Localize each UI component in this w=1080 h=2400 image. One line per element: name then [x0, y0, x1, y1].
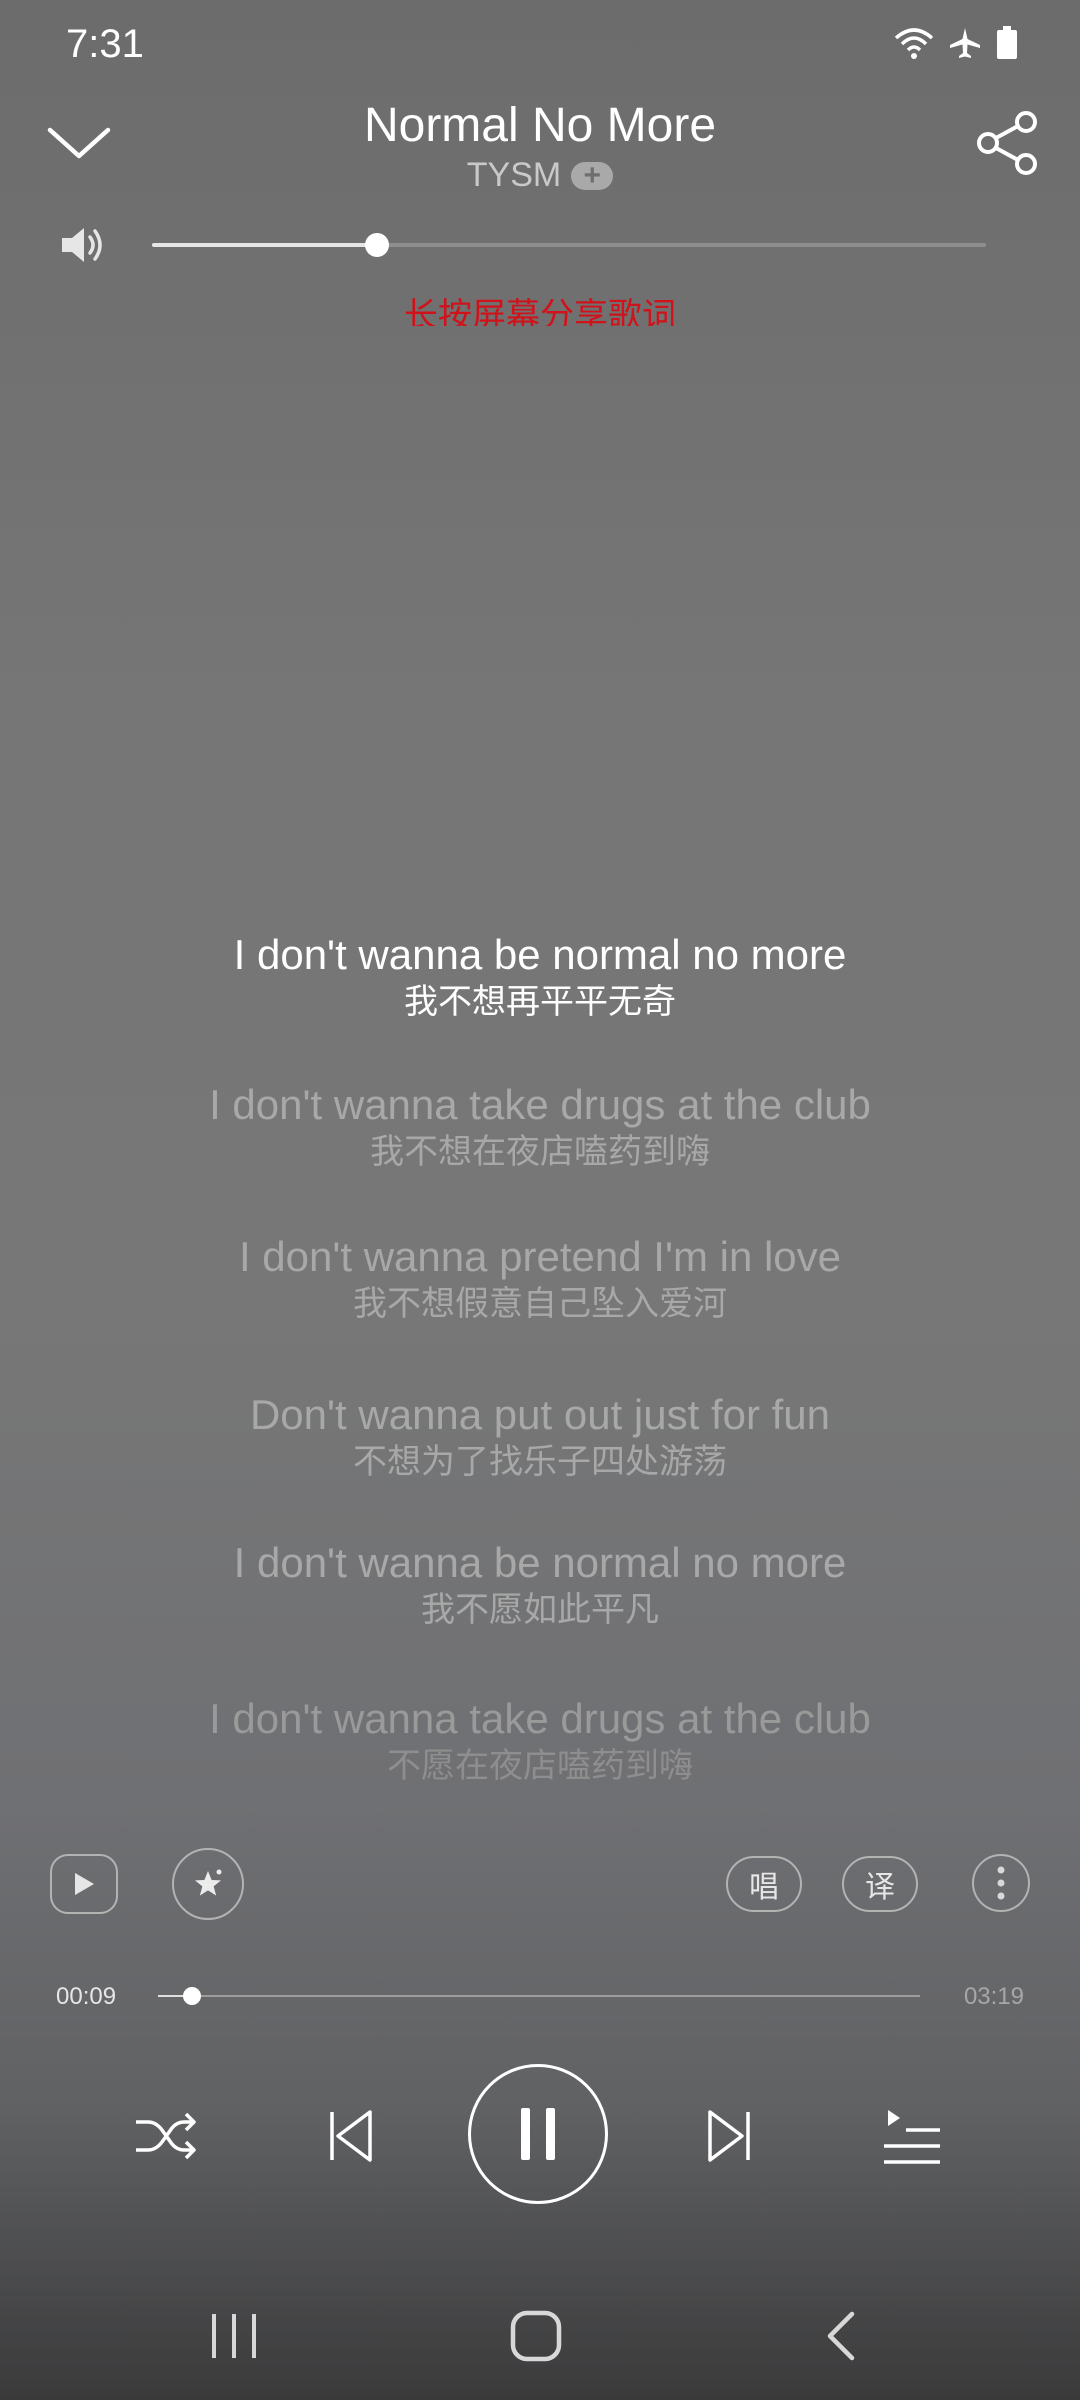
lyric-translation: 我不愿如此平凡: [421, 1591, 659, 1629]
artist-name[interactable]: TYSM: [467, 156, 561, 195]
lyric-translation: 我不想假意自己坠入爱河: [353, 1285, 727, 1323]
home-button[interactable]: [506, 2306, 566, 2366]
progress-thumb[interactable]: [183, 1987, 202, 2005]
lyric-original: Don't wanna put out just for fun: [249, 1391, 831, 1438]
lyric-original: I don't wanna pretend I'm in love: [238, 1233, 842, 1280]
translate-button[interactable]: 译: [842, 1856, 918, 1912]
follow-artist-button[interactable]: +: [571, 160, 614, 190]
sing-button[interactable]: 唱: [726, 1856, 802, 1912]
sound-effect-button[interactable]: [172, 1848, 244, 1920]
previous-track-button[interactable]: [318, 2100, 384, 2172]
lyric-line[interactable]: I don't wanna take drugs at the club 我不想…: [0, 1080, 1080, 1174]
back-button[interactable]: [812, 2308, 872, 2364]
share-lyrics-hint: 长按屏幕分享歌词: [404, 297, 676, 326]
song-title: Normal No More: [363, 99, 717, 152]
pause-icon: [521, 2108, 555, 2160]
back-icon: [827, 2311, 855, 2361]
home-icon: [510, 2310, 562, 2362]
volume-slider[interactable]: [152, 233, 986, 257]
lyric-original: I don't wanna take drugs at the club: [209, 1695, 871, 1742]
battery-icon: [997, 26, 1017, 59]
volume-icon[interactable]: [60, 224, 106, 266]
volume-thumb[interactable]: [365, 233, 390, 257]
star-effect-icon: [195, 1869, 222, 1896]
status-icons: [894, 26, 1018, 60]
pause-button[interactable]: [468, 2064, 608, 2204]
lyrics-list[interactable]: I don't wanna be normal no more 我不想再平平无奇…: [0, 930, 1080, 1788]
lyric-translation: 不想为了找乐子四处游荡: [353, 1443, 727, 1481]
shuffle-button[interactable]: [130, 2100, 202, 2172]
lyric-line[interactable]: I don't wanna be normal no more 我不愿如此平凡: [0, 1538, 1080, 1632]
lyric-line[interactable]: I don't wanna take drugs at the club 不愿在…: [0, 1694, 1080, 1788]
shuffle-icon: [136, 2112, 196, 2160]
elapsed-time: 00:09: [56, 1983, 117, 2010]
lyric-line[interactable]: I don't wanna be normal no more 我不想再平平无奇: [0, 930, 1080, 1024]
lyric-line[interactable]: Don't wanna put out just for fun 不想为了找乐子…: [0, 1390, 1080, 1484]
more-options-button[interactable]: [972, 1854, 1030, 1912]
volume-fill: [152, 243, 378, 247]
status-time: 7:31: [66, 22, 144, 66]
playback-progress-slider[interactable]: [158, 1987, 920, 2005]
total-time: 03:19: [963, 1983, 1024, 2010]
artist-row[interactable]: TYSM +: [0, 156, 1080, 195]
playlist-icon: [884, 2110, 940, 2164]
next-track-button[interactable]: [696, 2100, 762, 2172]
lyric-translation: 不愿在夜店嗑药到嗨: [387, 1747, 693, 1785]
lyric-translation: 我不想在夜店嗑药到嗨: [370, 1133, 710, 1171]
lyric-translation: 我不想再平平无奇: [404, 983, 676, 1021]
video-play-button[interactable]: [50, 1854, 118, 1914]
playlist-queue-button[interactable]: [876, 2102, 948, 2170]
recent-apps-icon: [212, 2314, 256, 2358]
lyric-original: I don't wanna be normal no more: [233, 931, 847, 978]
lyric-original: I don't wanna be normal no more: [233, 1539, 847, 1586]
skip-previous-icon: [330, 2110, 372, 2162]
play-icon: [75, 1873, 94, 1895]
wifi-icon: [894, 28, 934, 59]
share-icon: [977, 111, 1037, 175]
airplane-icon: [950, 28, 980, 58]
share-button[interactable]: [972, 108, 1042, 178]
recent-apps-button[interactable]: [200, 2310, 270, 2362]
more-vertical-icon: [997, 1866, 1005, 1900]
lyric-original: I don't wanna take drugs at the club: [209, 1081, 871, 1128]
skip-next-icon: [708, 2110, 750, 2162]
lyric-line[interactable]: I don't wanna pretend I'm in love 我不想假意自…: [0, 1232, 1080, 1326]
